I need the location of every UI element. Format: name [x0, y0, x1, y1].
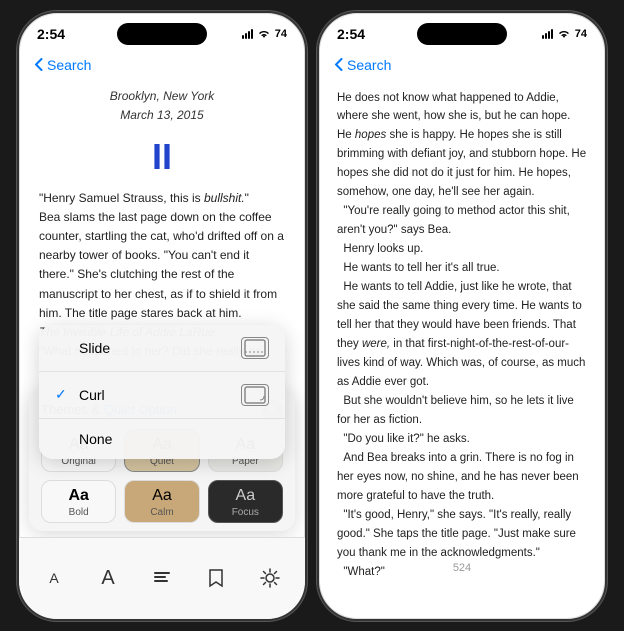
curl-icon — [241, 384, 269, 406]
nav-back-right[interactable]: Search — [319, 51, 605, 79]
check-none — [55, 431, 71, 447]
theme-bold-aa: Aa — [68, 487, 88, 505]
theme-bold[interactable]: Aa Bold — [41, 480, 116, 523]
bookmark-icon — [208, 568, 224, 588]
bookmark-button[interactable] — [198, 560, 234, 596]
battery-left: 74 — [275, 28, 287, 40]
wifi-icon-right — [557, 28, 571, 39]
status-icons-left: 74 — [242, 28, 287, 40]
check-slide — [55, 340, 71, 356]
scroll-option-slide[interactable]: Slide — [39, 325, 285, 372]
slide-icon — [241, 337, 269, 359]
back-label-right: Search — [347, 57, 391, 73]
theme-calm-aa: Aa — [152, 487, 172, 505]
signal-icon-left — [242, 29, 253, 39]
curl-label: Curl — [79, 387, 105, 403]
battery-right: 74 — [575, 28, 587, 40]
date-text: March 13, 2015 — [39, 106, 285, 125]
time-right: 2:54 — [337, 26, 365, 42]
time-left: 2:54 — [37, 26, 65, 42]
back-chevron-right — [335, 58, 343, 71]
scroll-option-none[interactable]: None — [39, 419, 285, 459]
brightness-button[interactable] — [252, 560, 288, 596]
bottom-toolbar-left: A A — [19, 537, 305, 619]
theme-focus[interactable]: Aa Focus — [208, 480, 283, 523]
dynamic-island-left — [117, 23, 207, 45]
phone-right: 2:54 74 Search He do — [317, 11, 607, 621]
back-label-left: Search — [47, 57, 91, 73]
page-number: 524 — [319, 562, 605, 574]
signal-icon-right — [542, 29, 553, 39]
font-large-button[interactable]: A — [90, 560, 126, 596]
font-small-button[interactable]: A — [36, 560, 72, 596]
theme-calm[interactable]: Aa Calm — [124, 480, 199, 523]
scroll-menu: Slide ✓ Curl — [39, 325, 285, 459]
scroll-option-curl[interactable]: ✓ Curl — [39, 372, 285, 419]
font-a-small-label: A — [49, 570, 58, 586]
theme-focus-label: Focus — [232, 507, 259, 518]
none-label: None — [79, 431, 112, 447]
chapter-number: II — [39, 129, 285, 185]
phone-left: 2:54 74 Search — [17, 11, 307, 621]
book-location: Brooklyn, New York March 13, 2015 — [39, 87, 285, 125]
location-text: Brooklyn, New York — [39, 87, 285, 106]
format-icon — [152, 568, 172, 588]
nav-back-left[interactable]: Search — [19, 51, 305, 79]
theme-focus-aa: Aa — [236, 487, 256, 505]
status-icons-right: 74 — [542, 28, 587, 40]
slide-label: Slide — [79, 340, 110, 356]
dynamic-island-right — [417, 23, 507, 45]
book-content-left: Brooklyn, New York March 13, 2015 II "He… — [19, 79, 305, 359]
format-button[interactable] — [144, 560, 180, 596]
book-content-right: He does not know what happened to Addie,… — [319, 79, 605, 579]
wifi-icon-left — [257, 28, 271, 39]
back-chevron-left — [35, 58, 43, 71]
brightness-icon — [260, 568, 280, 588]
theme-calm-label: Calm — [150, 507, 173, 518]
font-a-large-label: A — [101, 567, 114, 590]
check-curl: ✓ — [55, 386, 71, 403]
theme-bold-label: Bold — [69, 507, 89, 518]
